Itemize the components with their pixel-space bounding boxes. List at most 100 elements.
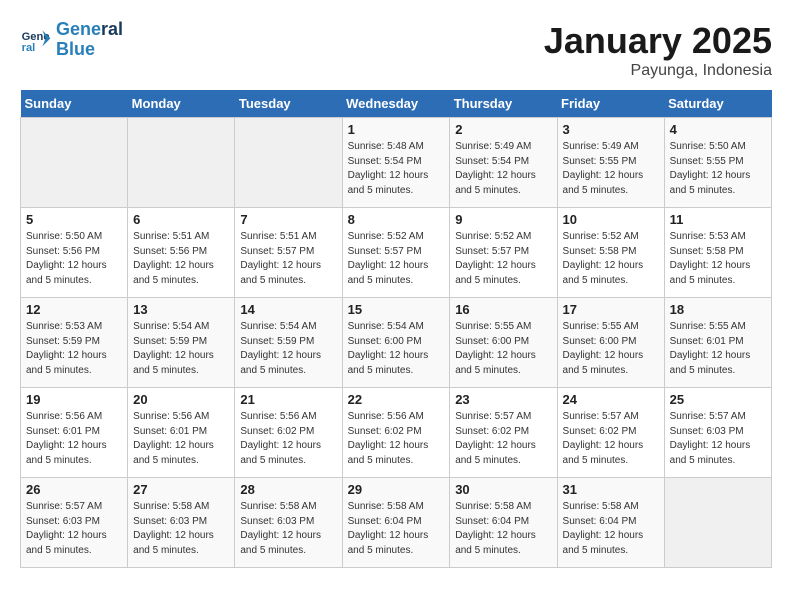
day-number: 13 [133, 302, 229, 317]
day-info: Sunrise: 5:58 AMSunset: 6:03 PMDaylight:… [133, 500, 229, 558]
day-info: Sunrise: 5:49 AMSunset: 5:55 PMDaylight:… [563, 140, 659, 198]
day-info: Sunrise: 5:54 AMSunset: 6:00 PMDaylight:… [348, 320, 445, 378]
day-info: Sunrise: 5:58 AMSunset: 6:04 PMDaylight:… [455, 500, 551, 558]
table-row: 9Sunrise: 5:52 AMSunset: 5:57 PMDaylight… [450, 208, 557, 298]
day-number: 11 [670, 212, 766, 227]
day-info: Sunrise: 5:55 AMSunset: 6:00 PMDaylight:… [455, 320, 551, 378]
header-friday: Friday [557, 90, 664, 118]
day-info: Sunrise: 5:56 AMSunset: 6:01 PMDaylight:… [26, 410, 122, 468]
day-info: Sunrise: 5:55 AMSunset: 6:00 PMDaylight:… [563, 320, 659, 378]
table-row: 16 Sunrise: 5:55 AMSunset: 6:00 PMDayligh… [450, 298, 557, 388]
day-number: 23 [455, 392, 551, 407]
day-number: 29 [348, 482, 445, 497]
day-info: Sunrise: 5:54 AMSunset: 5:59 PMDaylight:… [240, 320, 336, 378]
day-number: 7 [240, 212, 336, 227]
day-info: Sunrise: 5:58 AMSunset: 6:03 PMDaylight:… [240, 500, 336, 558]
day-info: Sunrise: 5:54 AMSunset: 5:59 PMDaylight:… [133, 320, 229, 378]
day-number: 19 [26, 392, 122, 407]
header-saturday: Saturday [664, 90, 771, 118]
day-info: Sunrise: 5:57 AMSunset: 6:03 PMDaylight:… [670, 410, 766, 468]
day-number: 20 [133, 392, 229, 407]
table-row: 2Sunrise: 5:49 AMSunset: 5:54 PMDaylight… [450, 118, 557, 208]
table-row: 20 Sunrise: 5:56 AMSunset: 6:01 PMDayligh… [128, 388, 235, 478]
table-row: 30 Sunrise: 5:58 AMSunset: 6:04 PMDayligh… [450, 478, 557, 568]
day-info: Sunrise: 5:58 AMSunset: 6:04 PMDaylight:… [563, 500, 659, 558]
header-thursday: Thursday [450, 90, 557, 118]
table-row: 21Sunrise: 5:56 AMSunset: 6:02 PMDayligh… [235, 388, 342, 478]
table-row: 13 Sunrise: 5:54 AMSunset: 5:59 PMDayligh… [128, 298, 235, 388]
day-number: 31 [563, 482, 659, 497]
table-row: 8Sunrise: 5:52 AMSunset: 5:57 PMDaylight… [342, 208, 450, 298]
header-tuesday: Tuesday [235, 90, 342, 118]
day-info: Sunrise: 5:55 AMSunset: 6:01 PMDaylight:… [670, 320, 766, 378]
day-number: 27 [133, 482, 229, 497]
table-row [664, 478, 771, 568]
day-number: 1 [348, 122, 445, 137]
calendar-title: January 2025 [544, 20, 772, 62]
calendar-week-row: 26Sunrise: 5:57 AMSunset: 6:03 PMDayligh… [21, 478, 772, 568]
logo-line2: Blue [56, 40, 123, 60]
header-wednesday: Wednesday [342, 90, 450, 118]
table-row: 26Sunrise: 5:57 AMSunset: 6:03 PMDayligh… [21, 478, 128, 568]
day-info: Sunrise: 5:58 AMSunset: 6:04 PMDaylight:… [348, 500, 445, 558]
day-number: 14 [240, 302, 336, 317]
day-number: 4 [670, 122, 766, 137]
header-monday: Monday [128, 90, 235, 118]
table-row: 31 Sunrise: 5:58 AMSunset: 6:04 PMDayligh… [557, 478, 664, 568]
day-number: 15 [348, 302, 445, 317]
table-row: 17 Sunrise: 5:55 AMSunset: 6:00 PMDayligh… [557, 298, 664, 388]
svg-text:ral: ral [22, 42, 36, 54]
table-row: 12 Sunrise: 5:53 AMSunset: 5:59 PMDayligh… [21, 298, 128, 388]
table-row: 27 Sunrise: 5:58 AMSunset: 6:03 PMDayligh… [128, 478, 235, 568]
day-info: Sunrise: 5:53 AMSunset: 5:58 PMDaylight:… [670, 230, 766, 288]
day-number: 30 [455, 482, 551, 497]
table-row: 23Sunrise: 5:57 AMSunset: 6:02 PMDayligh… [450, 388, 557, 478]
page-header: Gene ral General Blue January 2025 Payun… [20, 20, 772, 80]
table-row: 22Sunrise: 5:56 AMSunset: 6:02 PMDayligh… [342, 388, 450, 478]
logo: Gene ral General Blue [20, 20, 123, 60]
day-info: Sunrise: 5:51 AMSunset: 5:56 PMDaylight:… [133, 230, 229, 288]
table-row: 11 Sunrise: 5:53 AMSunset: 5:58 PMDayligh… [664, 208, 771, 298]
day-number: 12 [26, 302, 122, 317]
day-info: Sunrise: 5:57 AMSunset: 6:02 PMDaylight:… [563, 410, 659, 468]
day-info: Sunrise: 5:56 AMSunset: 6:01 PMDaylight:… [133, 410, 229, 468]
table-row: 7 Sunrise: 5:51 AMSunset: 5:57 PMDaylight… [235, 208, 342, 298]
table-row: 1 Sunrise: 5:48 AMSunset: 5:54 PMDaylight… [342, 118, 450, 208]
day-info: Sunrise: 5:51 AMSunset: 5:57 PMDaylight:… [240, 230, 336, 288]
day-info: Sunrise: 5:48 AMSunset: 5:54 PMDaylight:… [348, 140, 445, 198]
day-number: 16 [455, 302, 551, 317]
calendar-week-row: 12 Sunrise: 5:53 AMSunset: 5:59 PMDayligh… [21, 298, 772, 388]
day-info: Sunrise: 5:52 AMSunset: 5:58 PMDaylight:… [563, 230, 659, 288]
day-number: 28 [240, 482, 336, 497]
day-info: Sunrise: 5:56 AMSunset: 6:02 PMDaylight:… [240, 410, 336, 468]
day-info: Sunrise: 5:53 AMSunset: 5:59 PMDaylight:… [26, 320, 122, 378]
table-row: 28 Sunrise: 5:58 AMSunset: 6:03 PMDayligh… [235, 478, 342, 568]
day-number: 25 [670, 392, 766, 407]
day-number: 6 [133, 212, 229, 227]
calendar-week-row: 19 Sunrise: 5:56 AMSunset: 6:01 PMDayligh… [21, 388, 772, 478]
day-number: 5 [26, 212, 122, 227]
day-number: 18 [670, 302, 766, 317]
table-row: 19 Sunrise: 5:56 AMSunset: 6:01 PMDayligh… [21, 388, 128, 478]
day-number: 24 [563, 392, 659, 407]
day-number: 10 [563, 212, 659, 227]
table-row: 25 Sunrise: 5:57 AMSunset: 6:03 PMDayligh… [664, 388, 771, 478]
day-info: Sunrise: 5:56 AMSunset: 6:02 PMDaylight:… [348, 410, 445, 468]
table-row: 4Sunrise: 5:50 AMSunset: 5:55 PMDaylight… [664, 118, 771, 208]
day-number: 17 [563, 302, 659, 317]
calendar-week-row: 1 Sunrise: 5:48 AMSunset: 5:54 PMDaylight… [21, 118, 772, 208]
logo-icon: Gene ral [20, 24, 52, 56]
calendar-week-row: 5 Sunrise: 5:50 AMSunset: 5:56 PMDaylight… [21, 208, 772, 298]
weekday-header-row: Sunday Monday Tuesday Wednesday Thursday… [21, 90, 772, 118]
table-row [21, 118, 128, 208]
title-block: January 2025 Payunga, Indonesia [544, 20, 772, 80]
calendar-subtitle: Payunga, Indonesia [544, 62, 772, 80]
day-info: Sunrise: 5:50 AMSunset: 5:56 PMDaylight:… [26, 230, 122, 288]
table-row: 18 Sunrise: 5:55 AMSunset: 6:01 PMDayligh… [664, 298, 771, 388]
table-row: 10 Sunrise: 5:52 AMSunset: 5:58 PMDayligh… [557, 208, 664, 298]
table-row: 24 Sunrise: 5:57 AMSunset: 6:02 PMDayligh… [557, 388, 664, 478]
table-row: 29 Sunrise: 5:58 AMSunset: 6:04 PMDayligh… [342, 478, 450, 568]
table-row [128, 118, 235, 208]
day-info: Sunrise: 5:52 AMSunset: 5:57 PMDaylight:… [348, 230, 445, 288]
day-info: Sunrise: 5:57 AMSunset: 6:03 PMDaylight:… [26, 500, 122, 558]
